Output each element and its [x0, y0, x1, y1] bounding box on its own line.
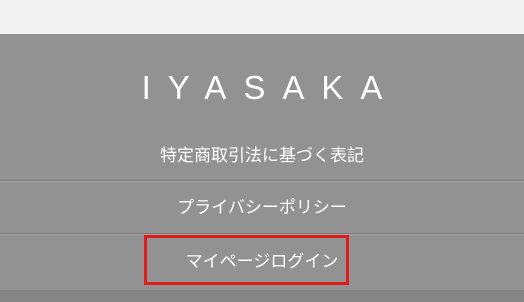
footer-divider — [0, 180, 524, 182]
brand-logo[interactable]: IYASAKA — [0, 68, 524, 108]
footer-link-row-tokushoho: 特定商取引法に基づく表記 — [0, 144, 524, 168]
tokushoho-link[interactable]: 特定商取引法に基づく表記 — [160, 146, 364, 166]
privacy-policy-link[interactable]: プライバシーポリシー — [177, 198, 347, 218]
page-top-area — [0, 0, 524, 34]
footer-bottom-strip — [0, 290, 524, 302]
highlight-annotation-box — [144, 235, 349, 285]
footer-link-row-privacy: プライバシーポリシー — [0, 196, 524, 220]
